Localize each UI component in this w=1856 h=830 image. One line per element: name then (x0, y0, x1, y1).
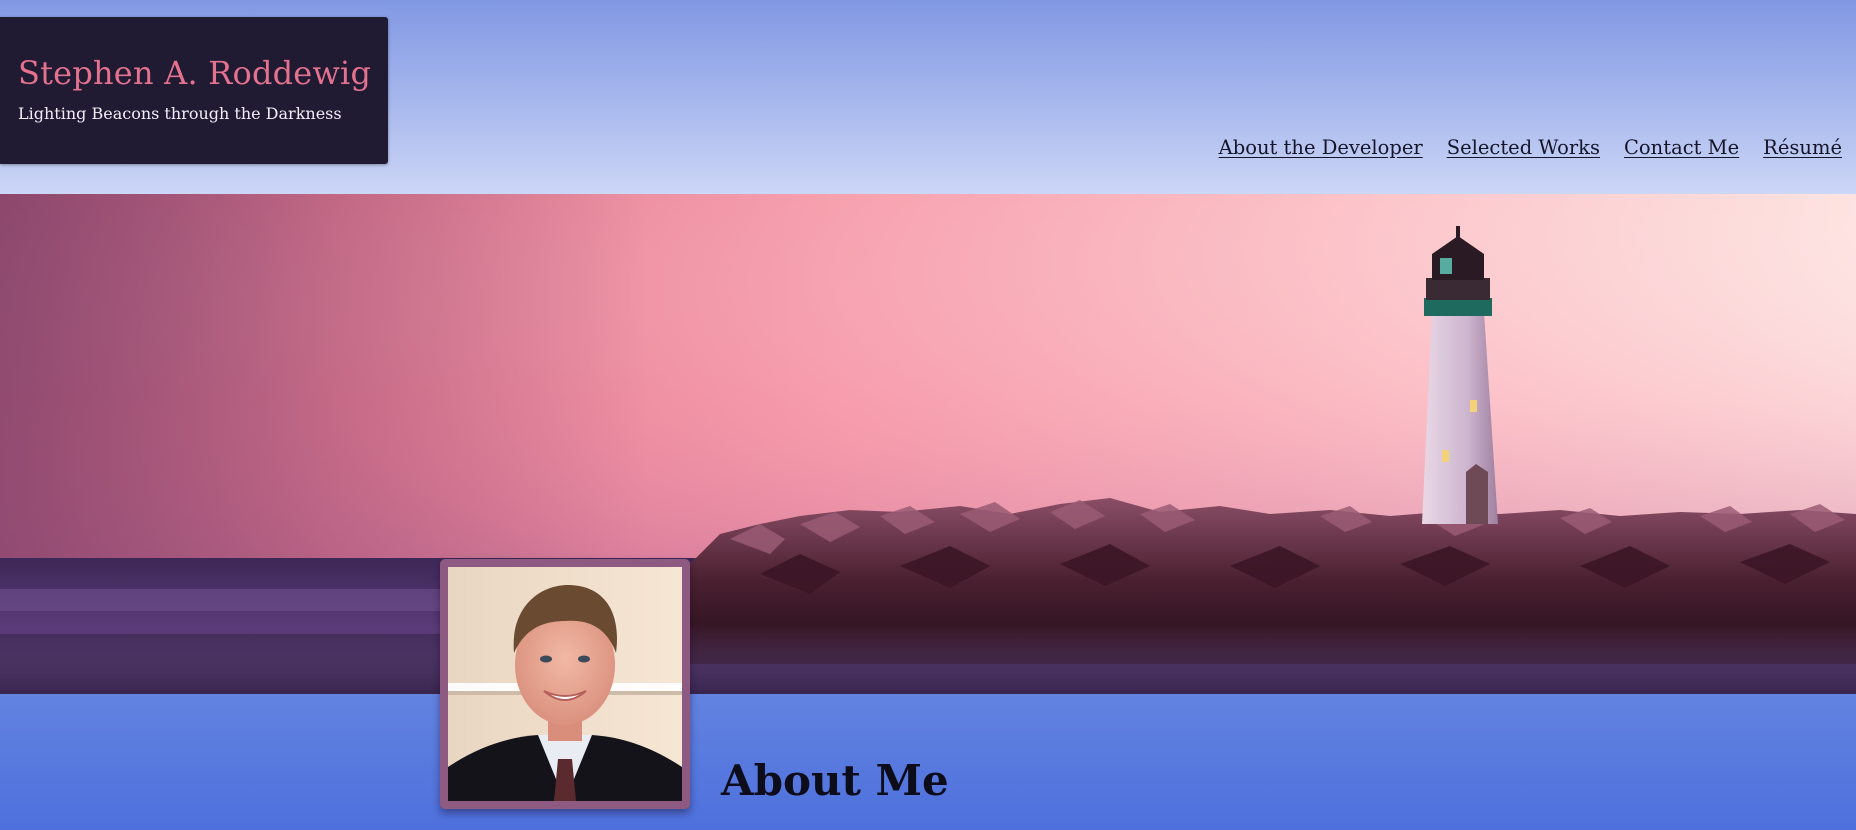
site-title[interactable]: Stephen A. Roddewig (18, 53, 388, 93)
nav-contact-me-link[interactable]: Contact Me (1624, 134, 1739, 162)
nav-about-developer-link[interactable]: About the Developer (1219, 134, 1423, 162)
nav-resume-link[interactable]: Résumé (1763, 134, 1842, 162)
brand-box[interactable]: Stephen A. Roddewig Lighting Beacons thr… (0, 17, 388, 164)
hero-banner (0, 194, 1856, 694)
profile-photo (448, 567, 682, 801)
hero-lighthouse-image (0, 194, 1856, 694)
nav-selected-works-link[interactable]: Selected Works (1447, 134, 1600, 162)
site-header: Stephen A. Roddewig Lighting Beacons thr… (0, 0, 1856, 194)
about-me-heading: About Me (721, 756, 949, 805)
main-nav: About the Developer Selected Works Conta… (1219, 134, 1842, 162)
site-tagline: Lighting Beacons through the Darkness (18, 104, 342, 123)
profile-photo-frame (440, 559, 690, 809)
